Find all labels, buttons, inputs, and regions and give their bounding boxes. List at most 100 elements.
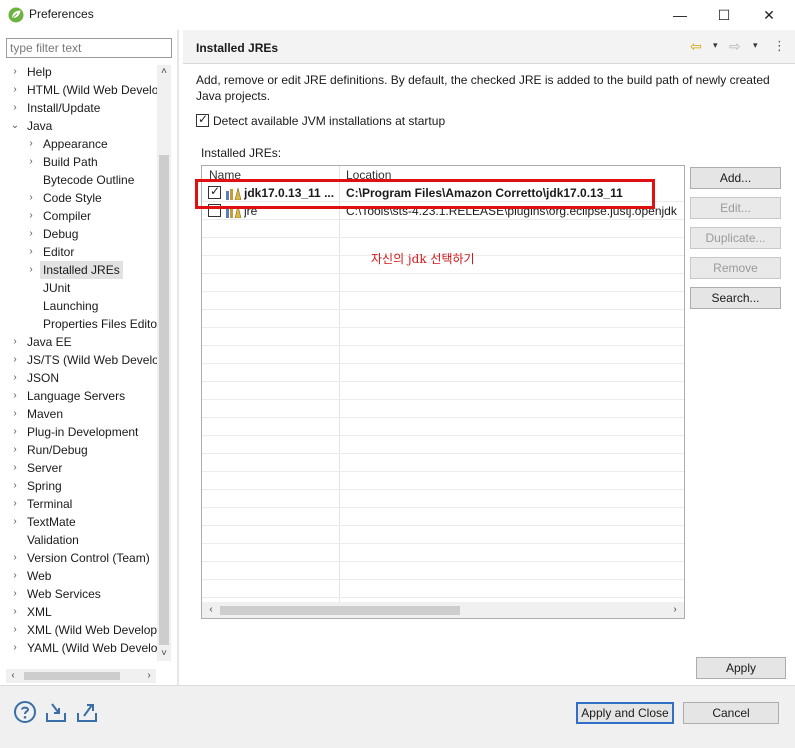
tree-item[interactable]: › XML (Wild Web Develop [10,621,160,639]
tree-item[interactable]: Bytecode Outline [26,171,172,189]
remove-button[interactable]: Remove [690,257,781,279]
tree-item[interactable]: › Code Style [26,189,172,207]
chevron-right-icon[interactable]: › [10,495,20,513]
tree-item[interactable]: › Java EE [10,333,160,351]
chevron-right-icon[interactable]: › [10,405,20,423]
tree-item[interactable]: Validation [10,531,160,549]
tree-item[interactable]: › Plug-in Development [10,423,160,441]
chevron-right-icon[interactable]: › [10,423,20,441]
table-row [202,490,684,508]
apply-and-close-button[interactable]: Apply and Close [576,702,674,724]
tree-item[interactable]: › Server [10,459,160,477]
chevron-right-icon[interactable]: › [10,459,20,477]
tree-item[interactable]: › Version Control (Team) [10,549,160,567]
tree-item[interactable]: Properties Files Edito [26,315,172,333]
cancel-button[interactable]: Cancel [683,702,779,724]
scroll-up-icon[interactable]: ˄ [157,65,171,79]
scroll-thumb[interactable] [159,155,169,645]
chevron-right-icon[interactable]: › [10,387,20,405]
import-icon[interactable] [44,700,68,724]
scroll-left-icon[interactable]: ‹ [6,669,20,683]
tree-item[interactable]: › Terminal [10,495,160,513]
detect-jvm-option[interactable]: ✓ Detect available JVM installations at … [196,112,445,129]
tree-item[interactable]: › Language Servers [10,387,160,405]
chevron-right-icon[interactable]: › [10,369,20,387]
duplicate-button[interactable]: Duplicate... [690,227,781,249]
detect-jvm-checkbox[interactable]: ✓ [196,112,209,128]
tree-item[interactable]: › HTML (Wild Web Develo [10,81,160,99]
filter-input[interactable] [6,38,172,58]
tree-item[interactable]: › Web Services [10,585,160,603]
tree-item[interactable]: › Install/Update [10,99,160,117]
back-dropdown-icon[interactable]: ▾ [713,40,718,51]
maximize-button[interactable]: ☐ [701,0,747,30]
chevron-right-icon[interactable]: › [10,351,20,369]
tree-vertical-scrollbar[interactable]: ˄ ˅ [157,65,171,661]
tree-item[interactable]: › Compiler [26,207,172,225]
chevron-right-icon[interactable]: › [26,243,36,261]
chevron-right-icon[interactable]: › [26,153,36,171]
tree-item[interactable]: › Run/Debug [10,441,160,459]
chevron-right-icon[interactable]: › [10,63,20,81]
tree-item[interactable]: › Editor [26,243,172,261]
chevron-right-icon[interactable]: › [10,567,20,585]
tree-item[interactable]: › YAML (Wild Web Develo [10,639,160,657]
scroll-down-icon[interactable]: ˅ [157,647,171,661]
forward-arrow-icon[interactable]: ⇨ [729,38,741,55]
chevron-right-icon[interactable]: › [10,585,20,603]
export-icon[interactable] [75,700,99,724]
table-horizontal-scrollbar[interactable]: ‹ › [202,602,684,618]
edit-button[interactable]: Edit... [690,197,781,219]
add-button[interactable]: Add... [690,167,781,189]
chevron-right-icon[interactable]: › [10,549,20,567]
chevron-right-icon[interactable]: › [10,333,20,351]
minimize-button[interactable]: — [657,0,703,30]
tree-item-label: JS/TS (Wild Web Develo [27,353,159,367]
chevron-right-icon[interactable]: › [26,189,36,207]
tree-item[interactable]: › Debug [26,225,172,243]
back-arrow-icon[interactable]: ⇦ [690,38,702,55]
chevron-right-icon[interactable]: › [10,621,20,639]
chevron-right-icon[interactable]: › [10,81,20,99]
tree-item[interactable]: › Help [10,63,160,81]
apply-button[interactable]: Apply [696,657,786,679]
chevron-right-icon[interactable]: › [26,207,36,225]
tree-item[interactable]: › TextMate [10,513,160,531]
chevron-right-icon[interactable]: › [10,441,20,459]
chevron-right-icon[interactable]: › [10,477,20,495]
chevron-right-icon[interactable]: › [26,261,36,279]
scroll-left-icon[interactable]: ‹ [204,603,218,617]
table-row [202,346,684,364]
tree-item[interactable]: › JS/TS (Wild Web Develo [10,351,160,369]
scroll-right-icon[interactable]: › [142,669,156,683]
chevron-right-icon[interactable]: › [26,135,36,153]
chevron-right-icon[interactable]: › [10,99,20,117]
tree-horizontal-scrollbar[interactable]: ‹ › [6,669,156,683]
chevron-down-icon[interactable]: ⌄ [10,117,20,135]
chevron-right-icon[interactable]: › [10,603,20,621]
scroll-thumb[interactable] [24,672,120,680]
tree-item[interactable]: ⌄ Java [10,117,160,135]
forward-dropdown-icon[interactable]: ▾ [753,40,758,51]
close-button[interactable]: ✕ [746,0,792,30]
tree-item-label: Web [27,569,52,583]
tree-item[interactable]: › Maven [10,405,160,423]
tree-item[interactable]: JUnit [26,279,172,297]
chevron-right-icon[interactable]: › [10,513,20,531]
tree-item[interactable]: › XML [10,603,160,621]
tree-item[interactable]: › Build Path [26,153,172,171]
tree-item[interactable]: Launching [26,297,172,315]
chevron-right-icon[interactable]: › [26,225,36,243]
tree-item[interactable]: › Spring [10,477,160,495]
tree-item[interactable]: › Web [10,567,160,585]
scroll-right-icon[interactable]: › [668,603,682,617]
view-menu-icon[interactable]: ⋮ [773,38,786,54]
chevron-right-icon[interactable]: › [10,639,20,657]
pane-divider[interactable] [177,30,179,685]
scroll-thumb[interactable] [220,606,460,615]
help-icon[interactable] [13,700,37,724]
tree-item[interactable]: › Installed JREs [26,261,172,279]
tree-item[interactable]: › JSON [10,369,160,387]
tree-item[interactable]: › Appearance [26,135,172,153]
search-button[interactable]: Search... [690,287,781,309]
